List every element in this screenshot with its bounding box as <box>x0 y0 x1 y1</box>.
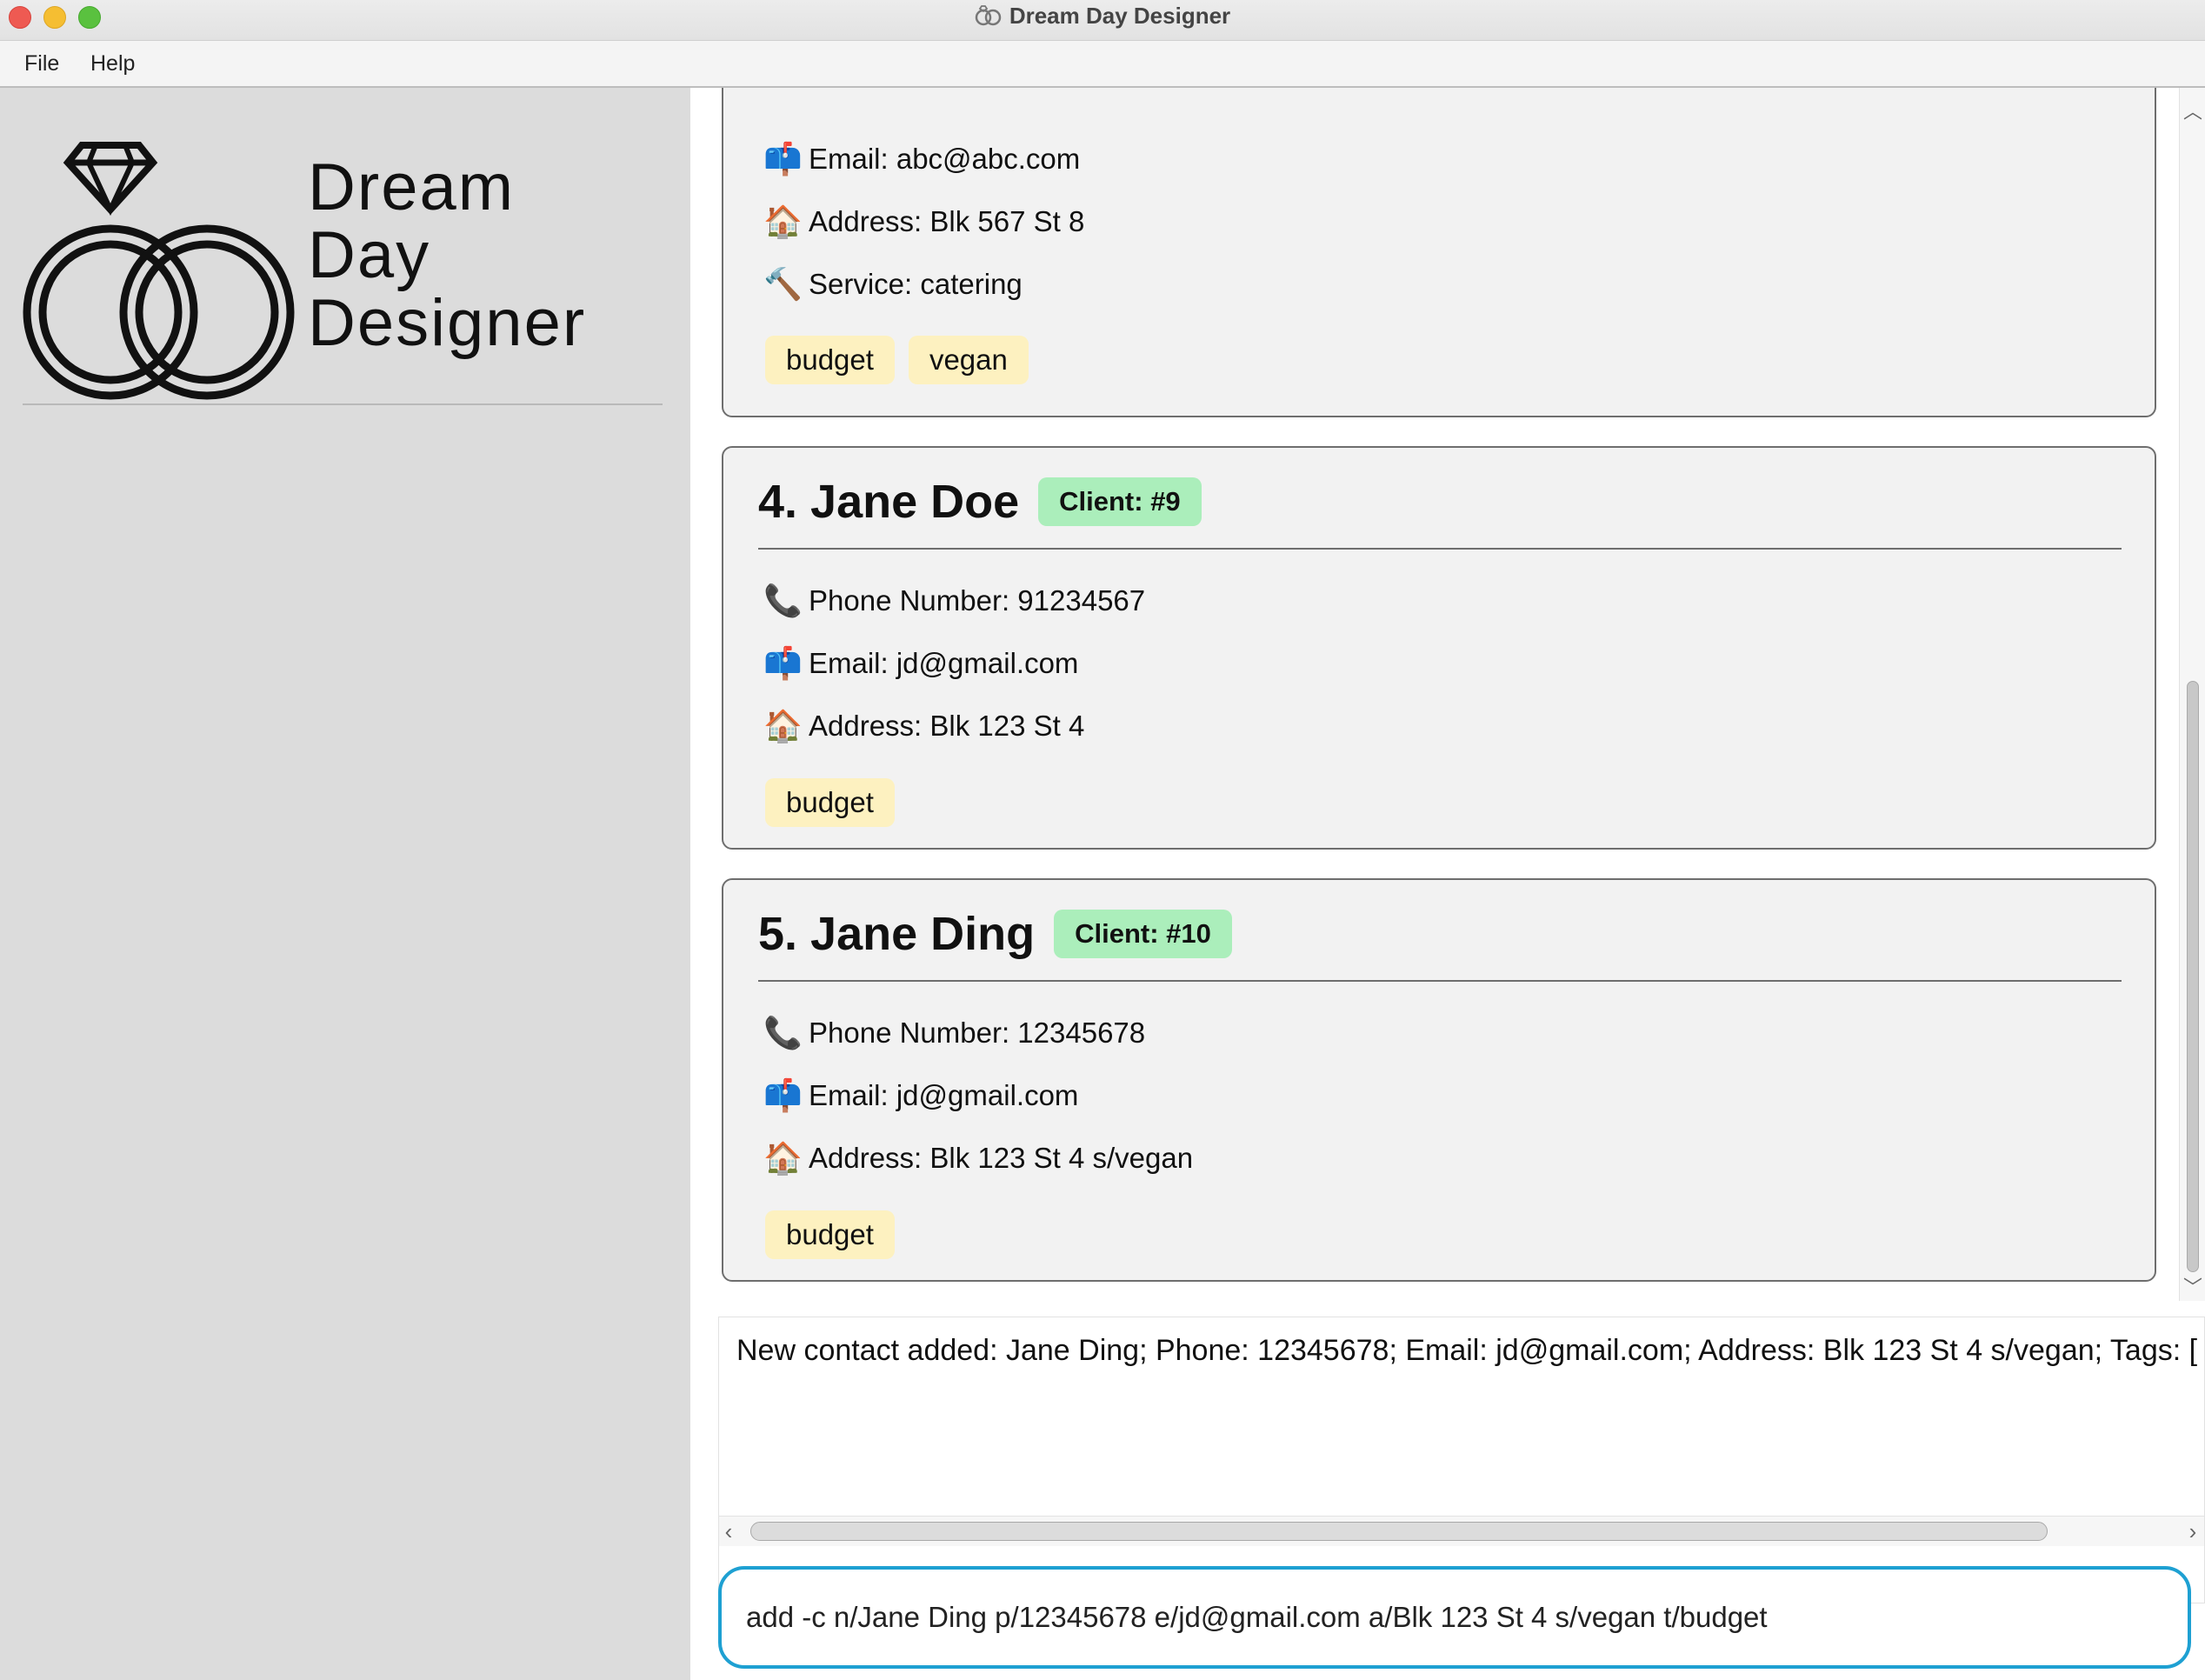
mailbox-icon: 📫 <box>763 645 803 682</box>
tag-list: budget <box>765 778 909 827</box>
result-horizontal-scrollbar[interactable]: ‹ › <box>719 1516 2204 1546</box>
contact-card[interactable]: 5. Jane Ding Client: #10 📞 Phone Number: 1… <box>722 878 2156 1282</box>
contact-list-scrollbar[interactable]: ︿ ﹀ <box>2179 88 2205 1301</box>
result-message: New contact added: Jane Ding; Phone: 123… <box>736 1334 2197 1367</box>
window-title-text: Dream Day Designer <box>1009 3 1231 29</box>
card-divider <box>758 980 2122 982</box>
sidebar-divider <box>23 403 663 405</box>
scrollbar-thumb[interactable] <box>750 1522 2048 1541</box>
tag-budget: budget <box>765 336 895 384</box>
rings-icon <box>975 5 1002 26</box>
window-title: Dream Day Designer <box>0 0 2205 31</box>
menu-file[interactable]: File <box>24 41 59 86</box>
contact-header: 5. Jane Ding Client: #10 <box>758 908 1232 960</box>
tag-budget: budget <box>765 778 895 827</box>
hammer-icon: 🔨 <box>763 266 803 303</box>
client-badge: Client: #9 <box>1038 477 1202 526</box>
scroll-left-icon[interactable]: ‹ <box>719 1517 738 1546</box>
menu-bar: File Help <box>0 41 2205 88</box>
command-input[interactable] <box>718 1566 2191 1669</box>
scroll-right-icon[interactable]: › <box>2183 1517 2202 1546</box>
card-divider <box>758 548 2122 550</box>
scroll-down-icon[interactable]: ﹀ <box>2180 1272 2205 1300</box>
menu-help[interactable]: Help <box>90 41 135 86</box>
mailbox-icon: 📫 <box>763 1077 803 1114</box>
mailbox-icon: 📫 <box>763 141 803 177</box>
contact-address: 🏠 Address: Blk 567 St 8 <box>763 196 1084 244</box>
contact-email: 📫 Email: jd@gmail.com <box>763 637 1078 686</box>
logo-line-1: Dream <box>308 150 516 224</box>
house-icon: 🏠 <box>763 203 803 240</box>
sidebar-panel: Dream Day Designer <box>0 88 690 1680</box>
contact-address: 🏠 Address: Blk 123 St 4 <box>763 700 1084 749</box>
house-icon: 🏠 <box>763 1140 803 1177</box>
main-panel: 📫 Email: abc@abc.com 🏠 Address: Blk 567 St… <box>690 88 2205 1680</box>
contact-name: 5. Jane Ding <box>758 908 1036 960</box>
logo-text: Dream Day Designer <box>308 154 586 357</box>
contact-email: 📫 Email: abc@abc.com <box>763 133 1080 182</box>
contact-header: 4. Jane Doe Client: #9 <box>758 476 1202 528</box>
contact-email: 📫 Email: jd@gmail.com <box>763 1070 1078 1118</box>
client-badge: Client: #10 <box>1054 910 1232 958</box>
contact-name: 4. Jane Doe <box>758 476 1020 528</box>
scrollbar-thumb[interactable] <box>2187 681 2199 1272</box>
scroll-up-icon[interactable]: ︿ <box>2180 97 2205 124</box>
logo-line-2: Day <box>308 218 431 292</box>
contact-card[interactable]: 📫 Email: abc@abc.com 🏠 Address: Blk 567 St… <box>722 88 2156 417</box>
tag-list: budget vegan <box>765 336 1043 384</box>
house-icon: 🏠 <box>763 708 803 744</box>
title-bar: Dream Day Designer <box>0 0 2205 41</box>
phone-icon: 📞 <box>763 583 803 619</box>
contact-list[interactable]: 📫 Email: abc@abc.com 🏠 Address: Blk 567 St… <box>690 88 2179 1301</box>
contact-service: 🔨 Service: catering <box>763 258 1023 307</box>
contact-card[interactable]: 4. Jane Doe Client: #9 📞 Phone Number: 912… <box>722 446 2156 850</box>
contact-phone: 📞 Phone Number: 91234567 <box>763 575 1145 623</box>
result-display: New contact added: Jane Ding; Phone: 123… <box>718 1317 2205 1603</box>
tag-vegan: vegan <box>908 336 1029 384</box>
tag-budget: budget <box>765 1210 895 1259</box>
logo-line-3: Designer <box>308 286 587 360</box>
tag-list: budget <box>765 1210 909 1259</box>
phone-icon: 📞 <box>763 1015 803 1051</box>
wedding-rings-logo-icon <box>23 142 295 400</box>
contact-address: 🏠 Address: Blk 123 St 4 s/vegan <box>763 1132 1193 1181</box>
contact-phone: 📞 Phone Number: 12345678 <box>763 1007 1145 1056</box>
